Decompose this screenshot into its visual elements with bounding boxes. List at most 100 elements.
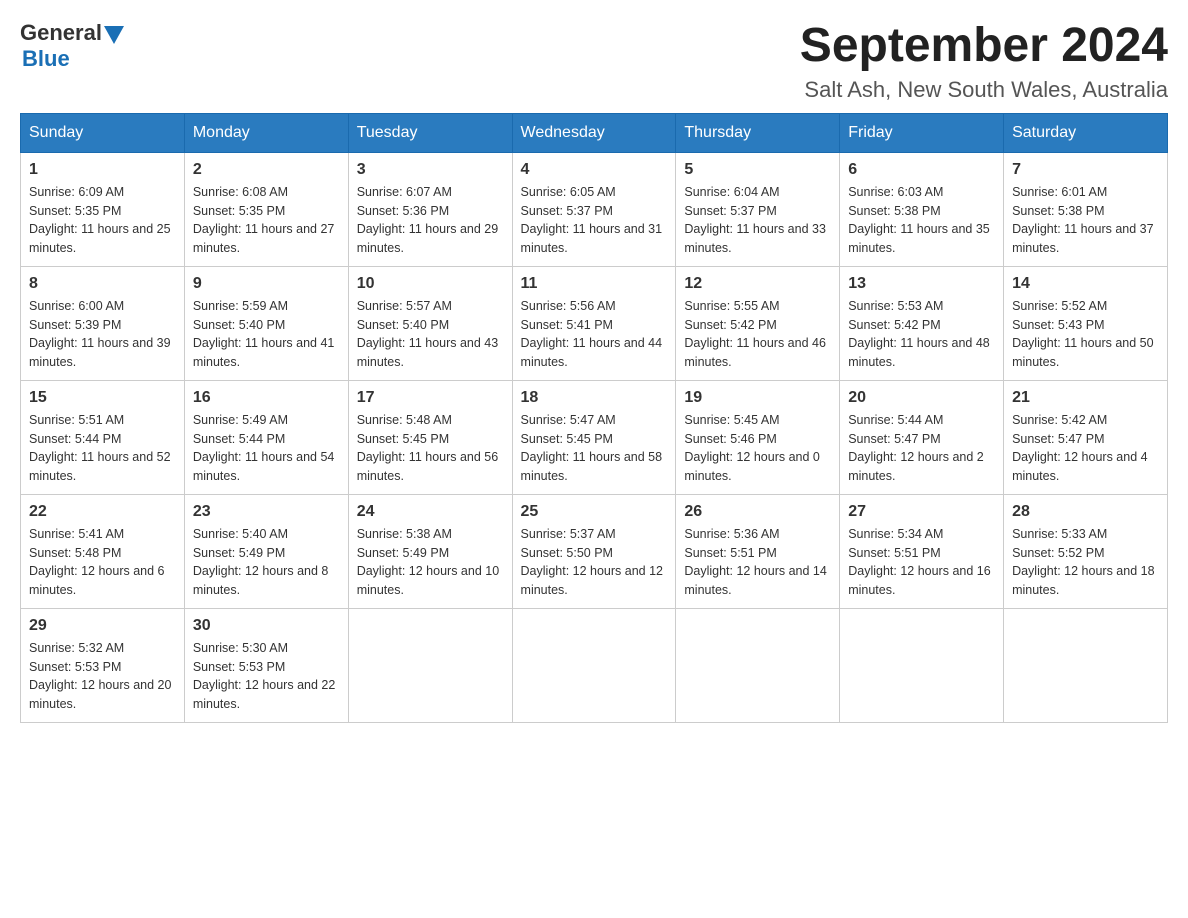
calendar-cell: 1 Sunrise: 6:09 AMSunset: 5:35 PMDaylight… xyxy=(21,152,185,266)
calendar-cell: 5 Sunrise: 6:04 AMSunset: 5:37 PMDaylight… xyxy=(676,152,840,266)
calendar-cell: 11 Sunrise: 5:56 AMSunset: 5:41 PMDayligh… xyxy=(512,266,676,380)
calendar-cell: 20 Sunrise: 5:44 AMSunset: 5:47 PMDayligh… xyxy=(840,380,1004,494)
week-row-3: 15 Sunrise: 5:51 AMSunset: 5:44 PMDayligh… xyxy=(21,380,1168,494)
calendar-cell xyxy=(676,608,840,722)
column-header-sunday: Sunday xyxy=(21,113,185,152)
day-number: 10 xyxy=(357,275,504,293)
day-info: Sunrise: 5:34 AMSunset: 5:51 PMDaylight:… xyxy=(848,525,995,600)
day-number: 15 xyxy=(29,389,176,407)
day-info: Sunrise: 5:36 AMSunset: 5:51 PMDaylight:… xyxy=(684,525,831,600)
day-info: Sunrise: 5:59 AMSunset: 5:40 PMDaylight:… xyxy=(193,297,340,372)
day-info: Sunrise: 5:48 AMSunset: 5:45 PMDaylight:… xyxy=(357,411,504,486)
day-info: Sunrise: 6:04 AMSunset: 5:37 PMDaylight:… xyxy=(684,183,831,258)
week-row-4: 22Sunrise: 5:41 AMSunset: 5:48 PMDayligh… xyxy=(21,494,1168,608)
day-number: 21 xyxy=(1012,389,1159,407)
day-info: Sunrise: 5:30 AMSunset: 5:53 PMDaylight:… xyxy=(193,639,340,714)
day-number: 16 xyxy=(193,389,340,407)
day-number: 17 xyxy=(357,389,504,407)
day-info: Sunrise: 6:09 AMSunset: 5:35 PMDaylight:… xyxy=(29,183,176,258)
calendar-cell: 23Sunrise: 5:40 AMSunset: 5:49 PMDayligh… xyxy=(184,494,348,608)
calendar-cell: 18 Sunrise: 5:47 AMSunset: 5:45 PMDayligh… xyxy=(512,380,676,494)
calendar-header-row: SundayMondayTuesdayWednesdayThursdayFrid… xyxy=(21,113,1168,152)
day-number: 14 xyxy=(1012,275,1159,293)
week-row-2: 8Sunrise: 6:00 AMSunset: 5:39 PMDaylight… xyxy=(21,266,1168,380)
day-number: 6 xyxy=(848,161,995,179)
day-number: 9 xyxy=(193,275,340,293)
calendar-cell: 19 Sunrise: 5:45 AMSunset: 5:46 PMDayligh… xyxy=(676,380,840,494)
calendar-cell: 25 Sunrise: 5:37 AMSunset: 5:50 PMDayligh… xyxy=(512,494,676,608)
calendar-cell: 8Sunrise: 6:00 AMSunset: 5:39 PMDaylight… xyxy=(21,266,185,380)
day-number: 25 xyxy=(521,503,668,521)
day-number: 19 xyxy=(684,389,831,407)
day-number: 12 xyxy=(684,275,831,293)
day-info: Sunrise: 5:57 AMSunset: 5:40 PMDaylight:… xyxy=(357,297,504,372)
day-info: Sunrise: 5:55 AMSunset: 5:42 PMDaylight:… xyxy=(684,297,831,372)
day-number: 3 xyxy=(357,161,504,179)
day-info: Sunrise: 5:37 AMSunset: 5:50 PMDaylight:… xyxy=(521,525,668,600)
day-info: Sunrise: 5:45 AMSunset: 5:46 PMDaylight:… xyxy=(684,411,831,486)
month-title: September 2024 xyxy=(800,20,1168,73)
calendar-cell: 16 Sunrise: 5:49 AMSunset: 5:44 PMDayligh… xyxy=(184,380,348,494)
day-info: Sunrise: 5:49 AMSunset: 5:44 PMDaylight:… xyxy=(193,411,340,486)
day-number: 18 xyxy=(521,389,668,407)
day-number: 26 xyxy=(684,503,831,521)
day-number: 29 xyxy=(29,617,176,635)
logo: General Blue xyxy=(20,20,124,72)
day-info: Sunrise: 5:53 AMSunset: 5:42 PMDaylight:… xyxy=(848,297,995,372)
day-info: Sunrise: 6:01 AMSunset: 5:38 PMDaylight:… xyxy=(1012,183,1159,258)
logo-triangle-icon xyxy=(104,26,124,44)
title-section: September 2024 Salt Ash, New South Wales… xyxy=(800,20,1168,103)
calendar-cell xyxy=(1004,608,1168,722)
calendar-cell: 27 Sunrise: 5:34 AMSunset: 5:51 PMDayligh… xyxy=(840,494,1004,608)
calendar-table: SundayMondayTuesdayWednesdayThursdayFrid… xyxy=(20,113,1168,723)
day-info: Sunrise: 5:52 AMSunset: 5:43 PMDaylight:… xyxy=(1012,297,1159,372)
day-info: Sunrise: 5:56 AMSunset: 5:41 PMDaylight:… xyxy=(521,297,668,372)
column-header-thursday: Thursday xyxy=(676,113,840,152)
calendar-cell: 14 Sunrise: 5:52 AMSunset: 5:43 PMDayligh… xyxy=(1004,266,1168,380)
location-subtitle: Salt Ash, New South Wales, Australia xyxy=(800,77,1168,103)
calendar-cell: 22Sunrise: 5:41 AMSunset: 5:48 PMDayligh… xyxy=(21,494,185,608)
day-number: 13 xyxy=(848,275,995,293)
day-number: 4 xyxy=(521,161,668,179)
calendar-cell xyxy=(840,608,1004,722)
day-number: 1 xyxy=(29,161,176,179)
day-info: Sunrise: 5:51 AMSunset: 5:44 PMDaylight:… xyxy=(29,411,176,486)
day-number: 5 xyxy=(684,161,831,179)
week-row-1: 1 Sunrise: 6:09 AMSunset: 5:35 PMDaylight… xyxy=(21,152,1168,266)
day-info: Sunrise: 5:42 AMSunset: 5:47 PMDaylight:… xyxy=(1012,411,1159,486)
day-info: Sunrise: 6:07 AMSunset: 5:36 PMDaylight:… xyxy=(357,183,504,258)
column-header-tuesday: Tuesday xyxy=(348,113,512,152)
calendar-cell: 9 Sunrise: 5:59 AMSunset: 5:40 PMDaylight… xyxy=(184,266,348,380)
day-info: Sunrise: 6:08 AMSunset: 5:35 PMDaylight:… xyxy=(193,183,340,258)
page-header: General Blue September 2024 Salt Ash, Ne… xyxy=(20,20,1168,103)
day-number: 11 xyxy=(521,275,668,293)
day-info: Sunrise: 5:44 AMSunset: 5:47 PMDaylight:… xyxy=(848,411,995,486)
calendar-cell: 3 Sunrise: 6:07 AMSunset: 5:36 PMDaylight… xyxy=(348,152,512,266)
calendar-cell: 4 Sunrise: 6:05 AMSunset: 5:37 PMDaylight… xyxy=(512,152,676,266)
calendar-cell xyxy=(512,608,676,722)
day-number: 27 xyxy=(848,503,995,521)
calendar-cell: 28Sunrise: 5:33 AMSunset: 5:52 PMDayligh… xyxy=(1004,494,1168,608)
calendar-cell: 13 Sunrise: 5:53 AMSunset: 5:42 PMDayligh… xyxy=(840,266,1004,380)
calendar-cell: 2 Sunrise: 6:08 AMSunset: 5:35 PMDaylight… xyxy=(184,152,348,266)
day-info: Sunrise: 6:05 AMSunset: 5:37 PMDaylight:… xyxy=(521,183,668,258)
day-number: 22 xyxy=(29,503,176,521)
day-number: 30 xyxy=(193,617,340,635)
calendar-cell: 21 Sunrise: 5:42 AMSunset: 5:47 PMDayligh… xyxy=(1004,380,1168,494)
calendar-cell: 6 Sunrise: 6:03 AMSunset: 5:38 PMDaylight… xyxy=(840,152,1004,266)
logo-blue-text: Blue xyxy=(22,46,70,72)
calendar-cell: 30 Sunrise: 5:30 AMSunset: 5:53 PMDayligh… xyxy=(184,608,348,722)
day-number: 2 xyxy=(193,161,340,179)
day-number: 8 xyxy=(29,275,176,293)
day-info: Sunrise: 6:03 AMSunset: 5:38 PMDaylight:… xyxy=(848,183,995,258)
calendar-cell: 24Sunrise: 5:38 AMSunset: 5:49 PMDayligh… xyxy=(348,494,512,608)
logo-general-text: General xyxy=(20,20,102,46)
week-row-5: 29Sunrise: 5:32 AMSunset: 5:53 PMDayligh… xyxy=(21,608,1168,722)
day-info: Sunrise: 5:47 AMSunset: 5:45 PMDaylight:… xyxy=(521,411,668,486)
calendar-cell: 7Sunrise: 6:01 AMSunset: 5:38 PMDaylight… xyxy=(1004,152,1168,266)
day-number: 20 xyxy=(848,389,995,407)
day-number: 23 xyxy=(193,503,340,521)
calendar-cell: 15 Sunrise: 5:51 AMSunset: 5:44 PMDayligh… xyxy=(21,380,185,494)
calendar-cell xyxy=(348,608,512,722)
day-info: Sunrise: 5:38 AMSunset: 5:49 PMDaylight:… xyxy=(357,525,504,600)
